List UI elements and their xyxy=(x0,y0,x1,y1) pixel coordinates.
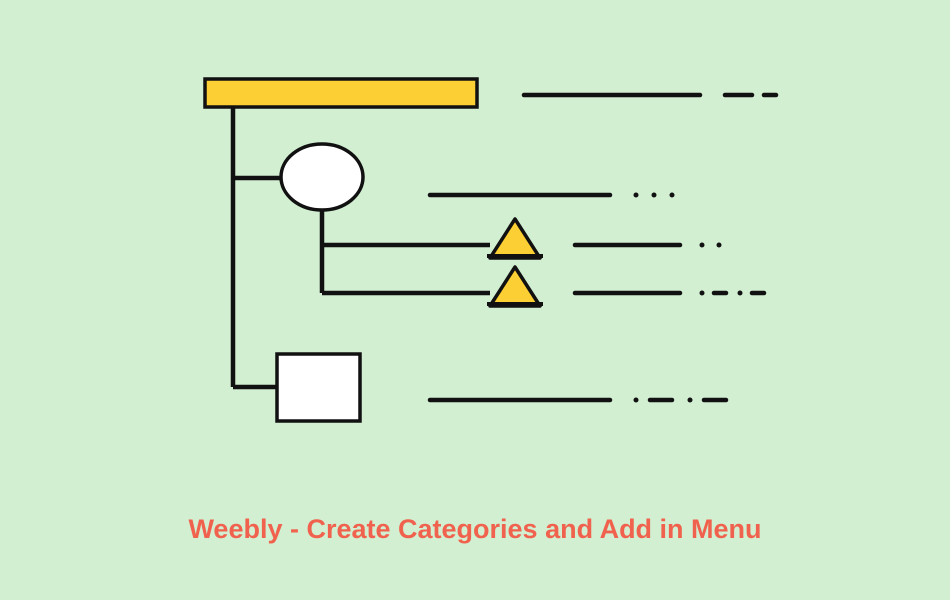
text-lines xyxy=(430,95,776,403)
square-node xyxy=(277,354,360,421)
root-node xyxy=(205,79,477,107)
ellipse-node xyxy=(281,144,363,210)
triangle-node-2 xyxy=(490,267,540,306)
caption-text: Weebly - Create Categories and Add in Me… xyxy=(0,514,950,545)
sitemap-diagram xyxy=(0,0,950,600)
triangle-node-1 xyxy=(490,219,540,258)
